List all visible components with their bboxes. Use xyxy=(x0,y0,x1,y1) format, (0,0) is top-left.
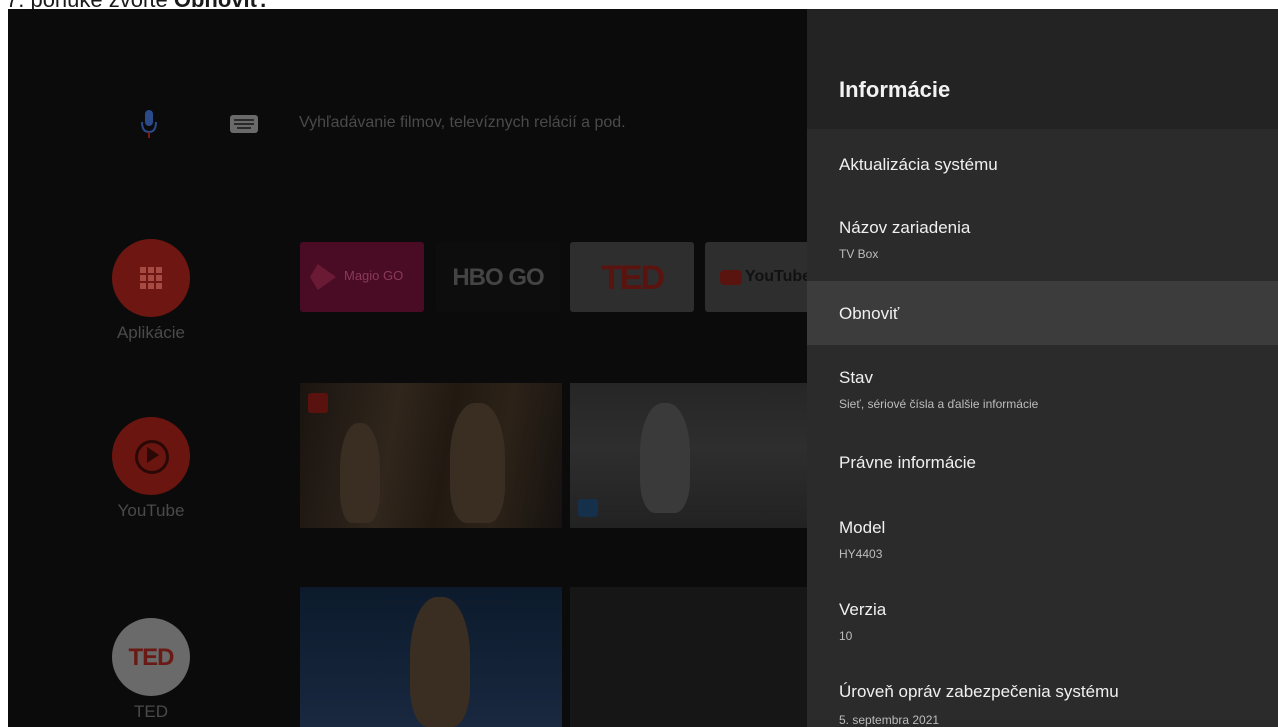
menu-item-version[interactable]: Verzia 10 xyxy=(807,583,1278,655)
menu-item-subtitle: 5. septembra 2021 xyxy=(839,713,940,727)
magio-logo-icon xyxy=(310,264,336,290)
app-tile-youtube[interactable]: YouTube xyxy=(705,242,815,312)
menu-item-subtitle: HY4403 xyxy=(839,547,883,561)
side-item-label: TED xyxy=(134,702,168,721)
side-item-apps[interactable]: Aplikácie xyxy=(111,239,191,343)
channel-badge-icon xyxy=(308,393,328,413)
menu-item-title: Právne informácie xyxy=(839,453,977,472)
menu-item-title: Obnoviť xyxy=(839,304,900,323)
content-thumbnail[interactable] xyxy=(300,587,562,727)
menu-item-reset[interactable]: Obnoviť xyxy=(807,281,1278,345)
tv-screen: Vyhľadávanie filmov, televíznych relácií… xyxy=(8,9,1278,727)
menu-item-subtitle: TV Box xyxy=(839,247,879,261)
menu-item-title: Verzia xyxy=(839,600,887,619)
menu-item-device-name[interactable]: Názov zariadenia TV Box xyxy=(807,201,1278,269)
app-tile-ted[interactable]: TED xyxy=(570,242,694,312)
side-item-label: Aplikácie xyxy=(116,323,186,342)
app-tile-label: HBO GO xyxy=(452,264,544,291)
panel-header: Informácie xyxy=(807,9,1278,129)
microphone-icon[interactable] xyxy=(141,110,157,142)
menu-item-status[interactable]: Stav Sieť, sériové čísla a ďalšie inform… xyxy=(807,354,1278,422)
menu-item-legal-info[interactable]: Právne informácie xyxy=(807,432,1278,492)
search-input[interactable]: Vyhľadávanie filmov, televíznych relácií… xyxy=(299,114,626,132)
channel-badge-icon xyxy=(578,499,598,517)
apps-grid-icon xyxy=(112,239,190,317)
instruction-caption: 7. ponuke zvoľte Obnoviť. xyxy=(6,0,266,11)
menu-item-title: Úroveň opráv zabezpečenia systému xyxy=(839,682,1119,701)
menu-item-security-patch-level[interactable]: Úroveň opráv zabezpečenia systému 5. sep… xyxy=(807,665,1278,727)
side-item-youtube[interactable]: YouTube xyxy=(111,417,191,521)
menu-item-title: Aktualizácia systému xyxy=(839,155,998,174)
content-thumbnail[interactable] xyxy=(300,383,562,528)
ted-logo-text: TED xyxy=(128,644,175,671)
app-tile-hbo-go[interactable]: HBO GO xyxy=(436,242,560,312)
side-item-ted[interactable]: TED TED xyxy=(111,618,191,722)
menu-item-title: Model xyxy=(839,518,886,537)
keyboard-icon[interactable] xyxy=(230,115,258,133)
app-tile-label: Magio GO xyxy=(344,268,404,283)
app-tile-magio-go[interactable]: Magio GO xyxy=(300,242,424,312)
content-thumbnail[interactable] xyxy=(570,587,815,727)
menu-item-title: Stav xyxy=(839,368,874,387)
menu-item-model[interactable]: Model HY4403 xyxy=(807,501,1278,573)
home-launcher-dimmed: Vyhľadávanie filmov, televíznych relácií… xyxy=(8,9,815,727)
content-thumbnail[interactable] xyxy=(570,383,815,528)
menu-item-subtitle: 10 xyxy=(839,629,853,643)
settings-panel: Informácie Aktualizácia systému Názov za… xyxy=(807,9,1278,727)
app-tile-label: TED xyxy=(601,259,665,297)
youtube-logo-icon xyxy=(720,270,742,285)
youtube-play-icon xyxy=(112,417,190,495)
menu-item-system-update[interactable]: Aktualizácia systému xyxy=(807,132,1278,192)
app-tile-label: YouTube xyxy=(745,268,812,285)
menu-item-subtitle: Sieť, sériové čísla a ďalšie informácie xyxy=(839,397,1039,411)
side-item-label: YouTube xyxy=(117,501,185,520)
ted-logo-icon: TED xyxy=(112,618,190,696)
menu-item-title: Názov zariadenia xyxy=(839,218,971,237)
panel-title: Informácie xyxy=(839,77,951,102)
